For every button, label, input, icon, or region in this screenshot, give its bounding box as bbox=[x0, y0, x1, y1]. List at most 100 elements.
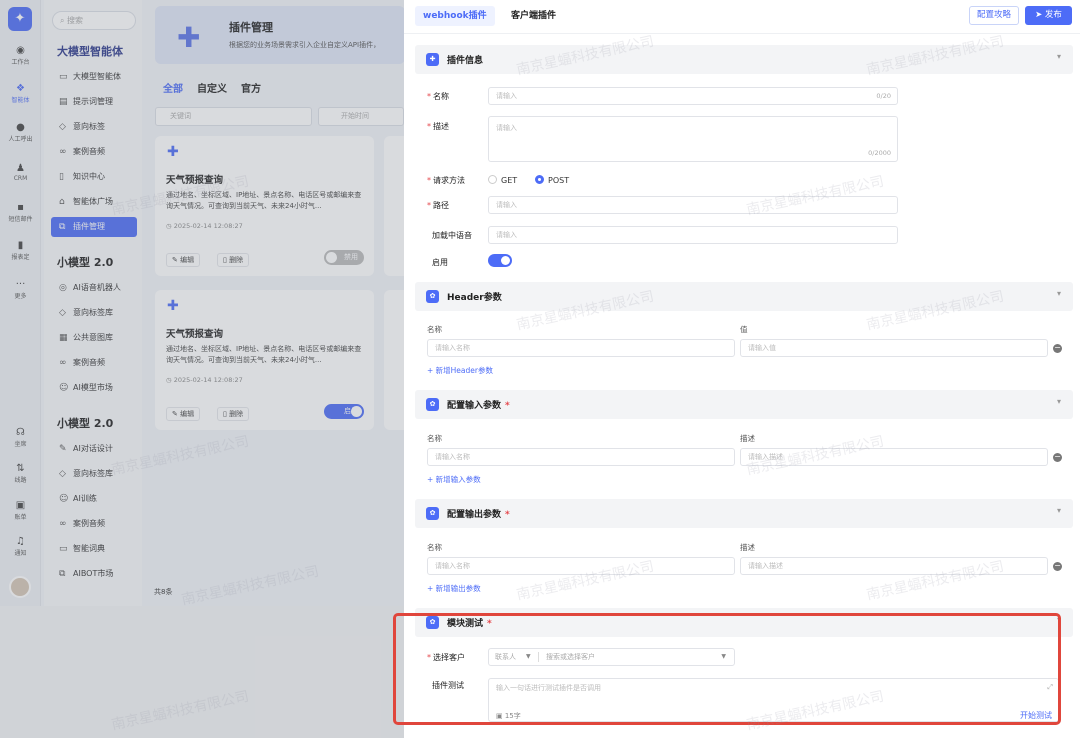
input-param-name[interactable]: 请输入名称 bbox=[427, 448, 735, 466]
publish-button[interactable]: ➤ 发布 bbox=[1025, 6, 1072, 25]
audio-icon: ∞ bbox=[59, 358, 67, 368]
start-test-button[interactable]: 开始测试 bbox=[1020, 710, 1052, 721]
user-avatar[interactable] bbox=[9, 576, 31, 598]
filter-tabs: 全部 自定义 官方 bbox=[163, 80, 275, 95]
sidebar-item[interactable]: ◇ 意向标签 bbox=[51, 117, 137, 137]
chevron-down-icon[interactable]: ▾ bbox=[1057, 289, 1061, 298]
path-input[interactable]: 请输入 bbox=[488, 196, 898, 214]
card-time: ◷ 2025-02-14 12:08:27 bbox=[166, 222, 243, 230]
plugin-card-partial[interactable] bbox=[384, 136, 404, 276]
customer-search[interactable]: 搜索或选择客户 bbox=[546, 649, 595, 665]
tab-custom[interactable]: 自定义 bbox=[197, 84, 227, 95]
rail-item-notify[interactable]: ♫ 通知 bbox=[0, 536, 41, 557]
remove-row-icon[interactable]: − bbox=[1053, 344, 1062, 353]
remove-row-icon[interactable]: − bbox=[1053, 453, 1062, 462]
switch-knob bbox=[501, 256, 510, 265]
sidebar-item[interactable]: ◎ AI语音机器人 bbox=[51, 278, 137, 298]
rail-item-more[interactable]: ··· 更多 bbox=[0, 279, 41, 300]
loading-voice-input[interactable]: 请输入 bbox=[488, 226, 898, 244]
bell-icon: ♫ bbox=[16, 536, 25, 547]
plugin-card[interactable]: ✚ 天气预报查询 通过地名、坐标区域、IP地址、景点名称、电话区号或邮编来查询天… bbox=[155, 136, 374, 276]
customer-label: * 选择客户 bbox=[427, 653, 465, 662]
seat-icon: ☊ bbox=[16, 427, 25, 438]
tab-webhook[interactable]: webhook插件 bbox=[415, 6, 495, 26]
output-param-desc[interactable]: 请输入描述 bbox=[740, 557, 1048, 575]
test-textarea[interactable]: 输入一句话进行测试插件是否调用 ⤢ ▣ 15字 开始测试 bbox=[488, 678, 1059, 722]
chevron-down-icon[interactable]: ▾ bbox=[1057, 52, 1061, 61]
sidebar-item[interactable]: ∞ 案例音频 bbox=[51, 142, 137, 162]
plugin-card[interactable]: ✚ 天气预报查询 通过地名、坐标区域、IP地址、景点名称、电话区号或邮编来查询天… bbox=[155, 290, 374, 430]
rail-item-crm[interactable]: ♟ CRM bbox=[0, 163, 41, 182]
rail-item-call[interactable]: ● 人工呼出 bbox=[0, 122, 41, 143]
section-input-params[interactable]: ✿ 配置输入参数 * ▾ bbox=[415, 390, 1073, 419]
expand-icon[interactable]: ⤢ bbox=[1047, 683, 1053, 692]
sidebar-item-plugin[interactable]: ⧉ 插件管理 bbox=[51, 217, 137, 237]
add-input-link[interactable]: + 新增输入参数 bbox=[427, 474, 481, 485]
sidebar-item[interactable]: ⌂ 智能体广场 bbox=[51, 192, 137, 212]
rail-item-dashboard[interactable]: ◉ 工作台 bbox=[0, 45, 41, 66]
section-plugin-info[interactable]: ✚ 插件信息 ▾ bbox=[415, 45, 1073, 74]
sidebar-item[interactable]: ◇ 意向标签库 bbox=[51, 303, 137, 323]
contact-dropdown[interactable]: 联系人 bbox=[495, 649, 516, 665]
sidebar-search[interactable]: ⌕ 搜索 bbox=[52, 11, 136, 30]
input-param-desc[interactable]: 请输入描述 bbox=[740, 448, 1048, 466]
sidebar-group-title: 小模型 2.0 bbox=[57, 417, 114, 430]
sidebar-item[interactable]: ▯ 知识中心 bbox=[51, 167, 137, 187]
start-time-input[interactable]: 开始时间 bbox=[318, 107, 404, 126]
remove-row-icon[interactable]: − bbox=[1053, 562, 1062, 571]
section-output-params[interactable]: ✿ 配置输出参数 * ▾ bbox=[415, 499, 1073, 528]
tab-client[interactable]: 客户端插件 bbox=[503, 6, 564, 26]
tab-official[interactable]: 官方 bbox=[241, 84, 261, 95]
output-param-name[interactable]: 请输入名称 bbox=[427, 557, 735, 575]
sidebar-group-title: 大模型智能体 bbox=[57, 45, 123, 58]
plugin-drawer: webhook插件 客户端插件 配置攻略 ➤ 发布 ✚ 插件信息 ▾ * 名称 请… bbox=[404, 0, 1080, 738]
plugin-card-partial[interactable] bbox=[384, 290, 404, 430]
rail-item-report[interactable]: ▮ 报表定 bbox=[0, 240, 41, 261]
rail-item-line[interactable]: ⇅ 线路 bbox=[0, 463, 41, 484]
section-header-params[interactable]: ✿ Header参数 ▾ bbox=[415, 282, 1073, 311]
rail-item-bill[interactable]: ▣ 账单 bbox=[0, 500, 41, 521]
header-value-input[interactable]: 请输入值 bbox=[740, 339, 1048, 357]
header-name-input[interactable]: 请输入名称 bbox=[427, 339, 735, 357]
chevron-down-icon[interactable]: ▾ bbox=[1057, 397, 1061, 406]
plugin-icon: ⧉ bbox=[59, 222, 66, 232]
rail-item-seat[interactable]: ☊ 坐席 bbox=[0, 427, 41, 448]
sidebar-item[interactable]: ◇ 意向标签库 bbox=[51, 464, 137, 484]
sidebar-item[interactable]: ☺ AI训练 bbox=[51, 489, 137, 509]
sidebar-item[interactable]: ▦ 公共意图库 bbox=[51, 328, 137, 348]
section-module-test[interactable]: ✿ 模块测试 * ▾ bbox=[415, 608, 1073, 637]
market-icon: ☺ bbox=[59, 383, 69, 393]
rail-item-agent[interactable]: ❖ 智能体 bbox=[0, 83, 41, 104]
rail-item-sms[interactable]: ▪ 短信邮件 bbox=[0, 202, 41, 223]
edit-button[interactable]: ✎ 编辑 bbox=[166, 407, 201, 421]
delete-button[interactable]: ▯ 删除 bbox=[217, 407, 250, 421]
agent-icon: ❖ bbox=[16, 83, 25, 94]
sidebar-item[interactable]: ∞ 案例音频 bbox=[51, 353, 137, 373]
keyword-input[interactable]: 关键词 bbox=[155, 107, 312, 126]
sidebar-item[interactable]: ▤ 提示词管理 bbox=[51, 92, 137, 112]
radio-get[interactable]: GET bbox=[488, 175, 517, 185]
sidebar-item[interactable]: ✎ AI对话设计 bbox=[51, 439, 137, 459]
add-output-link[interactable]: + 新增输出参数 bbox=[427, 583, 481, 594]
edit-button[interactable]: ✎ 编辑 bbox=[166, 253, 201, 267]
enable-toggle[interactable]: 启用 bbox=[324, 404, 364, 419]
delete-button[interactable]: ▯ 删除 bbox=[217, 253, 250, 267]
customer-select[interactable]: 联系人 ▼ 搜索或选择客户 ▼ bbox=[488, 648, 735, 666]
audio-icon: ∞ bbox=[59, 147, 67, 157]
desc-textarea[interactable]: 请输入 0/2000 bbox=[488, 116, 898, 162]
sidebar-item[interactable]: ☺ AI模型市场 bbox=[51, 378, 137, 398]
enable-switch[interactable] bbox=[488, 254, 512, 267]
guide-button[interactable]: 配置攻略 bbox=[969, 6, 1019, 25]
tab-all[interactable]: 全部 bbox=[163, 84, 183, 95]
name-input[interactable]: 请输入 0/20 bbox=[488, 87, 898, 105]
chevron-down-icon[interactable]: ▾ bbox=[1057, 615, 1061, 624]
chevron-down-icon[interactable]: ▾ bbox=[1057, 506, 1061, 515]
sidebar-item[interactable]: ∞ 案例音频 bbox=[51, 514, 137, 534]
enable-toggle[interactable]: 禁用 bbox=[324, 250, 364, 265]
sidebar-item[interactable]: ▭ 智能词典 bbox=[51, 539, 137, 559]
add-header-link[interactable]: + 新增Header参数 bbox=[427, 365, 493, 376]
sidebar-item[interactable]: ⧉ AIBOT市场 bbox=[51, 564, 137, 584]
radio-post[interactable]: POST bbox=[535, 175, 569, 185]
sidebar-item[interactable]: ▭ 大模型智能体 bbox=[51, 67, 137, 87]
crm-icon: ♟ bbox=[16, 163, 25, 174]
